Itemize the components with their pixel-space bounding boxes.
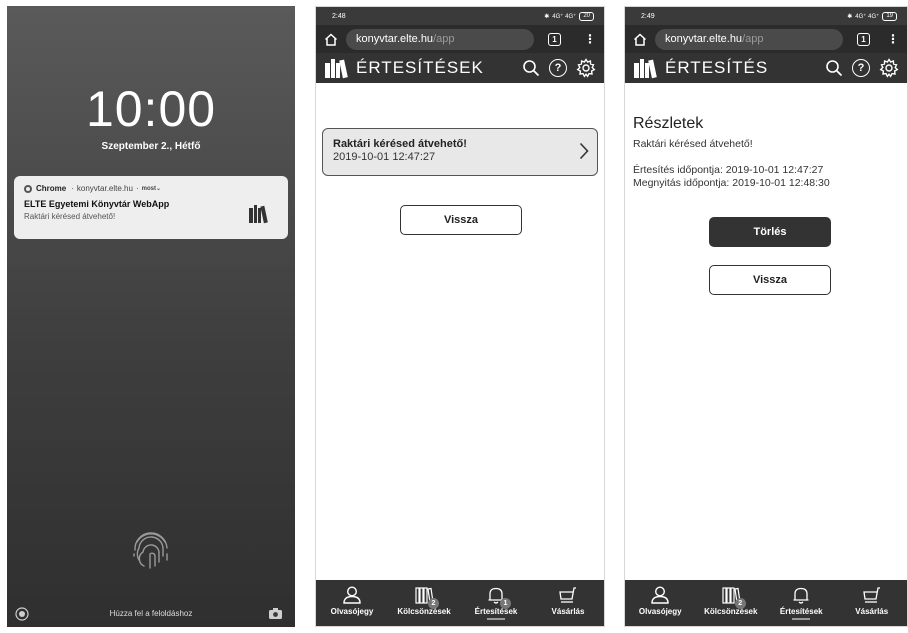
- notified-time: Értesítés időpontja: 2019-10-01 12:47:27: [633, 164, 824, 176]
- notification-list-screen: 2:48 ✱ 4G⁺ 4G⁺ 20 konyvtar.elte.hu/app 1…: [315, 6, 605, 627]
- browser-menu-icon[interactable]: ⋮: [584, 33, 596, 45]
- unlock-hint: Húzza fel a feloldáshoz: [109, 609, 193, 618]
- gear-icon[interactable]: [576, 58, 596, 78]
- page-title: ÉRTESÍTÉSEK: [356, 58, 484, 77]
- delete-button[interactable]: Törlés: [709, 217, 831, 247]
- status-bar: 2:48 ✱ 4G⁺ 4G⁺ 20: [316, 7, 604, 25]
- nav-badge: 2: [734, 598, 746, 609]
- lock-date: Szeptember 2., Hétfő: [101, 141, 201, 152]
- nav-label: Vásárlás: [551, 607, 585, 616]
- tab-switcher-button[interactable]: 1: [857, 32, 870, 46]
- bluetooth-icon: ✱: [847, 13, 853, 20]
- cart-icon: [863, 587, 880, 603]
- status-bar: 2:49 ✱ 4G⁺ 4G⁺ 19: [625, 7, 907, 25]
- nav-label: Vásárlás: [855, 607, 889, 616]
- user-icon: [651, 586, 669, 604]
- url-host: konyvtar.elte.hu: [665, 33, 743, 45]
- nav-olvasojegy[interactable]: Olvasójegy: [626, 586, 694, 616]
- page-title: ÉRTESÍTÉS: [665, 58, 769, 77]
- back-button[interactable]: Vissza: [709, 265, 831, 295]
- back-button[interactable]: Vissza: [400, 205, 522, 235]
- cart-icon: [559, 587, 576, 603]
- detail-heading: Részletek: [633, 115, 704, 132]
- user-icon: [343, 586, 361, 604]
- chevron-right-icon: [579, 142, 589, 160]
- library-logo-icon: [634, 59, 657, 79]
- url-path: /app: [742, 33, 764, 45]
- url-field[interactable]: konyvtar.elte.hu/app: [655, 28, 843, 50]
- network-indicator: 4G⁺ 4G⁺: [552, 13, 577, 20]
- fingerprint-icon[interactable]: [129, 526, 173, 572]
- library-logo-icon: [249, 205, 268, 224]
- notification-item-date: 2019-10-01 12:47:27: [333, 151, 436, 163]
- network-indicator: 4G⁺ 4G⁺: [855, 13, 880, 20]
- lock-clock: 10:00: [85, 81, 217, 137]
- search-icon[interactable]: [522, 59, 540, 77]
- nav-vasarlas[interactable]: Vásárlás: [534, 586, 602, 616]
- url-path: /app: [433, 33, 455, 45]
- notification-site: konyvtar.elte.hu: [76, 184, 133, 193]
- expand-chevron-icon[interactable]: ⌄: [156, 185, 161, 192]
- nav-label: Értesítések: [779, 607, 823, 616]
- nav-label: Értesítések: [474, 607, 518, 616]
- tab-switcher-button[interactable]: 1: [548, 32, 561, 46]
- bottom-navigation: Olvasójegy 2 Kölcsönzések Értesítések Vá…: [625, 580, 907, 626]
- lock-screen: 10:00 Szeptember 2., Hétfő Chrome · kony…: [7, 6, 295, 627]
- bell-icon: [793, 587, 809, 604]
- browser-toolbar: konyvtar.elte.hu/app 1 ⋮: [316, 25, 604, 53]
- app-header: ÉRTESÍTÉSEK ?: [316, 53, 604, 83]
- library-logo-icon: [325, 59, 348, 79]
- active-tab-indicator: [487, 618, 505, 620]
- help-icon[interactable]: ?: [549, 59, 567, 77]
- search-icon[interactable]: [825, 59, 843, 77]
- url-host: konyvtar.elte.hu: [356, 33, 434, 45]
- nav-kolcsonzesek[interactable]: 2 Kölcsönzések: [390, 586, 458, 616]
- status-time: 2:48: [332, 12, 346, 20]
- app-header: ÉRTESÍTÉS ?: [625, 53, 907, 83]
- detail-content: Részletek Raktári kérésed átvehető! Érte…: [633, 115, 899, 190]
- notification-app: Chrome: [36, 184, 67, 193]
- nav-label: Olvasójegy: [330, 607, 374, 616]
- status-time: 2:49: [641, 12, 655, 20]
- chrome-icon: [24, 184, 32, 193]
- url-field[interactable]: konyvtar.elte.hu/app: [346, 28, 534, 50]
- help-icon[interactable]: ?: [852, 59, 870, 77]
- browser-toolbar: konyvtar.elte.hu/app 1 ⋮: [625, 25, 907, 53]
- browser-menu-icon[interactable]: ⋮: [887, 33, 899, 45]
- notification-detail-screen: 2:49 ✱ 4G⁺ 4G⁺ 19 konyvtar.elte.hu/app 1…: [624, 6, 908, 627]
- gear-icon[interactable]: [879, 58, 899, 78]
- home-icon[interactable]: [324, 32, 338, 46]
- notification-body: Raktári kérésed átvehető!: [24, 212, 116, 221]
- notification-header: Chrome · konyvtar.elte.hu · most ⌄: [24, 184, 278, 193]
- notification-item-title: Raktári kérésed átvehető!: [333, 138, 467, 150]
- nav-vasarlas[interactable]: Vásárlás: [838, 586, 906, 616]
- home-icon[interactable]: [633, 32, 647, 46]
- detail-message: Raktári kérésed átvehető!: [633, 138, 753, 150]
- opened-time: Megnyitás időpontja: 2019-10-01 12:48:30: [633, 177, 830, 189]
- nav-ertesitesek[interactable]: 1 Értesítések: [462, 586, 530, 620]
- nav-label: Kölcsönzések: [397, 607, 451, 616]
- lock-notification[interactable]: Chrome · konyvtar.elte.hu · most ⌄ ELTE …: [14, 176, 288, 239]
- notification-item[interactable]: Raktári kérésed átvehető! 2019-10-01 12:…: [322, 128, 598, 176]
- nav-ertesitesek[interactable]: Értesítések: [767, 586, 835, 620]
- nav-kolcsonzesek[interactable]: 2 Kölcsönzések: [697, 586, 765, 616]
- camera-icon[interactable]: [268, 607, 283, 620]
- battery-icon: 20: [579, 11, 594, 21]
- battery-icon: 19: [882, 11, 897, 21]
- nav-badge: 2: [428, 598, 439, 609]
- nav-badge: 1: [500, 598, 511, 609]
- notification-title: ELTE Egyetemi Könyvtár WebApp: [24, 199, 170, 209]
- nav-label: Olvasójegy: [638, 607, 682, 616]
- bluetooth-icon: ✱: [544, 13, 550, 20]
- active-tab-indicator: [792, 618, 811, 620]
- nav-label: Kölcsönzések: [704, 607, 758, 616]
- notification-time: most: [141, 185, 156, 192]
- bottom-navigation: Olvasójegy 2 Kölcsönzések 1 Értesítések: [316, 580, 604, 626]
- nav-olvasojegy[interactable]: Olvasójegy: [318, 586, 386, 616]
